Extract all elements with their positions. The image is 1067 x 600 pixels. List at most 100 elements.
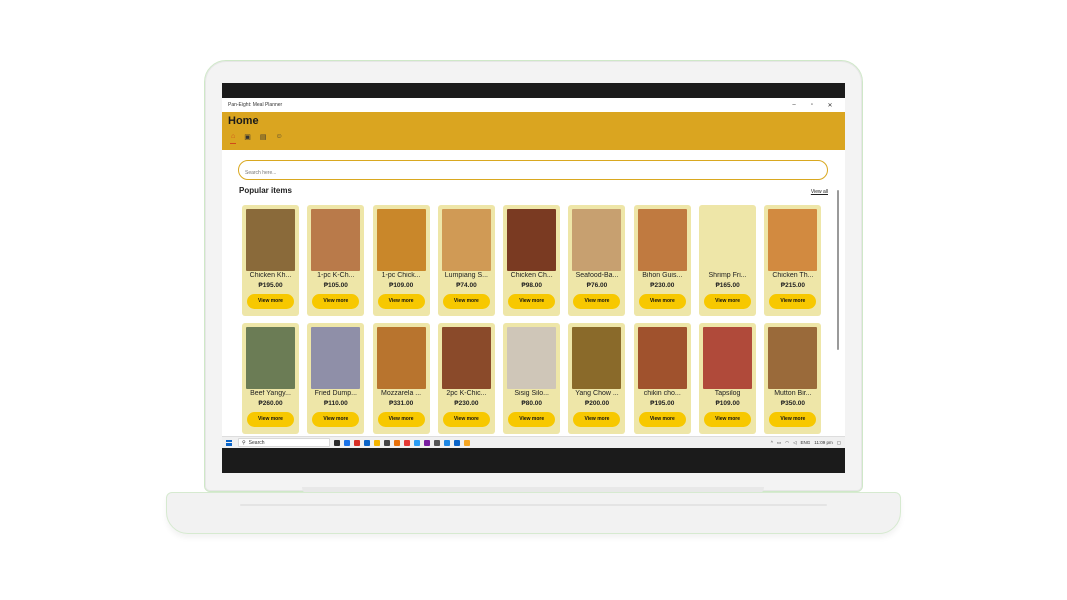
view-more-button[interactable]: View more [769,294,817,309]
food-image [637,209,687,271]
items-row: Beef Yangy... ₱260.00 View more Fried Dump.… [242,323,824,434]
food-image [311,209,361,271]
battery-icon[interactable]: ▭ [777,440,781,446]
item-name: Lumpiang S... [444,272,488,279]
close-button[interactable]: ✕ [821,102,839,109]
item-card[interactable]: Mozzarela ... ₱331.00 View more [372,323,430,434]
view-more-button[interactable]: View more [769,412,817,427]
maximize-button[interactable]: ▫ [803,102,821,108]
item-name: 1-pc K-Ch... [317,272,355,279]
item-name: Fried Dump... [314,390,357,397]
view-more-button[interactable]: View more [573,294,621,309]
calendar-icon[interactable]: ▣ [244,133,251,141]
taskbar-app-icon[interactable] [364,439,370,446]
taskbar-app-icon[interactable] [344,439,350,446]
item-card[interactable]: chikin cho... ₱195.00 View more [633,323,691,434]
clock[interactable]: 11:09 pm [814,440,832,445]
item-name: Sisig Silo... [514,390,549,397]
notification-icon[interactable]: ▢ [837,440,841,446]
item-card[interactable]: Bihon Guis... ₱230.00 View more [633,205,691,316]
view-all-link[interactable]: View all [811,189,828,195]
food-image [507,209,557,271]
item-name: Yang Chow ... [575,390,619,397]
minimize-button[interactable]: – [785,102,803,108]
taskbar-app-icon[interactable] [384,439,390,446]
windows-start-icon[interactable] [226,439,232,446]
view-more-button[interactable]: View more [638,294,686,309]
taskbar-app-icon[interactable] [404,439,410,446]
item-card[interactable]: Yang Chow ... ₱200.00 View more [568,323,626,434]
taskbar-app-icon[interactable] [374,439,380,446]
taskbar-app-icon[interactable] [424,439,430,446]
item-card[interactable]: Lumpiang S... ₱74.00 View more [437,205,495,316]
page-title: Home [228,115,259,127]
volume-icon[interactable]: ◁ [793,440,796,446]
item-card[interactable]: Chicken Ch... ₱98.00 View more [503,205,561,316]
window-titlebar: Pan-Eight: Meal Planner – ▫ ✕ [222,98,845,112]
item-price: ₱98.00 [521,282,542,289]
item-card[interactable]: Chicken Th... ₱215.00 View more [764,205,822,316]
food-image [311,327,361,389]
view-more-button[interactable]: View more [508,412,556,427]
view-more-button[interactable]: View more [377,412,425,427]
search-input[interactable] [239,164,827,182]
item-card[interactable]: Shrimp Fri... ₱165.00 View more [699,205,757,316]
search-box[interactable] [238,160,828,182]
item-price: ₱230.00 [650,282,675,289]
item-price: ₱260.00 [258,400,283,407]
item-card[interactable]: Fried Dump... ₱110.00 View more [307,323,365,434]
window-title: Pan-Eight: Meal Planner [228,102,283,108]
view-more-button[interactable]: View more [312,294,360,309]
app-window: Pan-Eight: Meal Planner – ▫ ✕ Home ⌂ ▣ ▤… [222,98,845,448]
item-card[interactable]: Sisig Silo... ₱80.00 View more [503,323,561,434]
item-card[interactable]: Beef Yangy... ₱260.00 View more [242,323,299,434]
view-more-button[interactable]: View more [312,412,360,427]
food-image [703,209,753,271]
scrollbar[interactable] [837,190,839,350]
taskbar-search[interactable]: ⚲ Search [238,438,330,447]
taskbar-app-icon[interactable] [434,439,440,446]
taskbar-app-icon[interactable] [334,439,340,446]
chevron-up-icon[interactable]: ^ [771,440,773,445]
search-icon: ⚲ [242,439,246,446]
wifi-icon[interactable]: ◠ [785,440,789,446]
view-more-button[interactable]: View more [247,294,294,309]
taskbar-app-icon[interactable] [454,439,460,446]
profile-icon[interactable]: ☺ [275,133,282,141]
item-price: ₱215.00 [780,282,805,289]
item-price: ₱76.00 [586,282,608,289]
item-card[interactable]: Chicken Kh... ₱195.00 View more [242,205,299,316]
view-more-button[interactable]: View more [377,294,425,309]
item-card[interactable]: Mutton Bir... ₱350.00 View more [764,323,822,434]
taskbar-app-icon[interactable] [354,439,360,446]
view-more-button[interactable]: View more [638,412,686,427]
taskbar-app-icon[interactable] [394,439,400,446]
view-more-button[interactable]: View more [573,412,621,427]
item-card[interactable]: 1-pc Chick... ₱109.00 View more [372,205,430,316]
item-name: Beef Yangy... [250,390,291,397]
view-more-button[interactable]: View more [704,294,752,309]
view-more-button[interactable]: View more [247,412,294,427]
language-indicator[interactable]: ENG [801,440,811,445]
item-name: Bihon Guis... [642,272,683,279]
view-more-button[interactable]: View more [442,294,490,309]
taskbar-apps [334,439,470,446]
taskbar: ⚲ Search ^ ▭ ◠ ◁ ENG 11:09 pm ▢ [222,436,845,448]
view-more-button[interactable]: View more [442,412,490,427]
food-image [507,327,557,389]
home-icon[interactable]: ⌂ [229,133,237,144]
clipboard-icon[interactable]: ▤ [260,133,267,141]
food-image [441,327,491,389]
taskbar-app-icon[interactable] [414,439,420,446]
item-card[interactable]: 1-pc K-Ch... ₱105.00 View more [307,205,365,316]
item-name: Chicken Ch... [510,272,553,279]
item-name: Chicken Kh... [249,272,292,279]
taskbar-app-icon[interactable] [464,439,470,446]
item-card[interactable]: Tapsilog ₱109.00 View more [699,323,757,434]
item-name: chikin cho... [643,390,681,397]
view-more-button[interactable]: View more [508,294,556,309]
item-card[interactable]: 2pc K-Chic... ₱230.00 View more [437,323,495,434]
taskbar-app-icon[interactable] [444,439,450,446]
view-more-button[interactable]: View more [704,412,752,427]
item-card[interactable]: Seafood-Ba... ₱76.00 View more [568,205,626,316]
